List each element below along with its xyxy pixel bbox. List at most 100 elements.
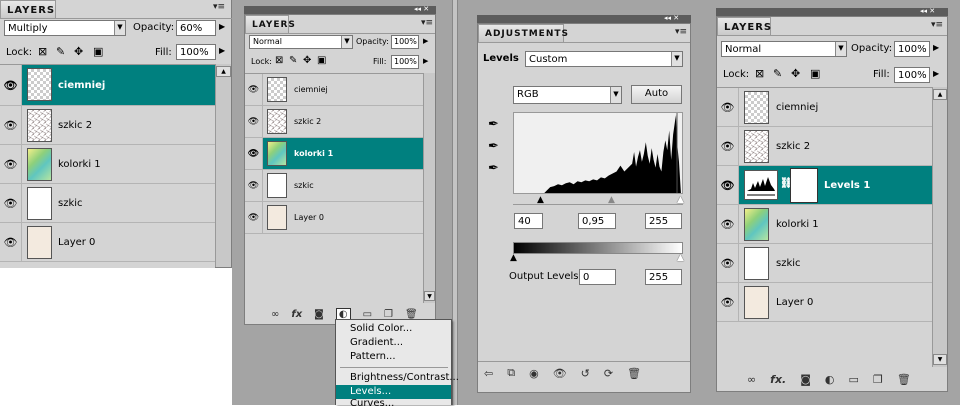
collapse-icon[interactable]: ◂◂ ✕: [664, 14, 679, 22]
panel-divider[interactable]: [452, 0, 458, 405]
lock-transparent-icon[interactable]: ⊠: [755, 67, 764, 80]
blend-mode-select[interactable]: Multiply ▼: [4, 20, 126, 36]
layer-row[interactable]: 👁 kolorki 1: [0, 145, 215, 184]
output-black-field[interactable]: 0: [579, 269, 616, 285]
lock-position-icon[interactable]: ✥: [791, 67, 800, 80]
blend-mode-select[interactable]: Normal ▼: [721, 41, 847, 57]
opacity-arrow-icon[interactable]: ▶: [933, 43, 939, 52]
fill-arrow-icon[interactable]: ▶: [423, 57, 428, 65]
link-icon[interactable]: ∞: [271, 309, 279, 320]
eye-icon[interactable]: 👁: [245, 106, 263, 137]
group-icon[interactable]: ▭: [849, 373, 859, 386]
mask-icon[interactable]: ◙: [314, 309, 324, 320]
eye-icon[interactable]: 👁: [717, 283, 739, 321]
input-white-field[interactable]: 255: [645, 213, 682, 229]
expanded-view-icon[interactable]: ⧉: [507, 366, 515, 380]
lock-all-icon[interactable]: ▣: [93, 45, 103, 58]
fx-icon[interactable]: fx: [291, 309, 302, 320]
eye-icon[interactable]: 👁: [717, 166, 739, 204]
fill-field[interactable]: 100%: [176, 44, 216, 60]
layers-scrollbar[interactable]: ▲ ▼: [932, 87, 947, 367]
collapse-icon[interactable]: ◂◂ ✕: [920, 7, 935, 15]
white-eyedropper-icon[interactable]: ✒: [488, 161, 499, 176]
fill-field[interactable]: 100%: [391, 55, 419, 69]
menu-item-gradient[interactable]: Gradient...: [336, 336, 451, 350]
eye-icon[interactable]: 👁: [245, 170, 263, 201]
opacity-arrow-icon[interactable]: ▶: [423, 37, 428, 45]
layer-row[interactable]: 👁 kolorki 1: [245, 138, 423, 170]
layer-row[interactable]: 👁 ciemniej: [245, 74, 423, 106]
layer-mask-thumbnail[interactable]: [790, 168, 818, 203]
channel-select[interactable]: RGB ▼: [513, 86, 622, 104]
layers-scrollbar[interactable]: ▲: [215, 64, 231, 267]
layer-row[interactable]: 👁 kolorki 1: [717, 205, 932, 244]
mask-icon[interactable]: ◙: [800, 373, 811, 386]
layer-row[interactable]: 👁 szkic 2: [245, 106, 423, 138]
panel-menu-icon[interactable]: ▾≡: [675, 27, 687, 37]
scroll-down-icon[interactable]: ▼: [424, 291, 435, 301]
layer-name[interactable]: Layer 0: [294, 213, 324, 222]
layer-row[interactable]: 👁 ⛓ Levels 1: [717, 166, 932, 205]
layer-name[interactable]: szkic 2: [776, 141, 810, 152]
layer-name[interactable]: szkic: [294, 181, 314, 190]
clip-to-layer-icon[interactable]: ◉: [529, 367, 539, 380]
lock-position-icon[interactable]: ✥: [74, 45, 83, 58]
panel-title[interactable]: LAYERS: [717, 17, 771, 35]
opacity-field[interactable]: 100%: [391, 35, 419, 49]
opacity-arrow-icon[interactable]: ▶: [219, 22, 225, 31]
menu-item-brightness-contrast[interactable]: Brightness/Contrast...: [336, 371, 459, 385]
eye-icon[interactable]: 👁: [717, 244, 739, 282]
fx-icon[interactable]: fx.: [770, 373, 786, 386]
trash-icon[interactable]: 🗑: [627, 367, 641, 380]
output-white-field[interactable]: 255: [645, 269, 682, 285]
layer-row[interactable]: 👁 szkic: [245, 170, 423, 202]
layer-name[interactable]: Levels 1: [824, 180, 870, 191]
new-layer-icon[interactable]: ❐: [873, 373, 883, 386]
layer-name[interactable]: ciemniej: [294, 85, 328, 94]
layer-name[interactable]: kolorki 1: [776, 219, 819, 230]
lock-all-icon[interactable]: ▣: [810, 67, 820, 80]
lock-transparent-icon[interactable]: ⊠: [38, 45, 47, 58]
layer-row[interactable]: 👁 szkic: [0, 184, 215, 223]
layer-row[interactable]: 👁 Layer 0: [245, 202, 423, 234]
output-black-slider-icon[interactable]: ▲: [510, 253, 517, 263]
eye-icon[interactable]: 👁: [717, 127, 739, 165]
layer-row[interactable]: 👁 Layer 0: [717, 283, 932, 322]
layer-row[interactable]: 👁 szkic: [717, 244, 932, 283]
lock-position-icon[interactable]: ✥: [303, 55, 311, 66]
black-eyedropper-icon[interactable]: ✒: [488, 117, 499, 132]
layer-name[interactable]: szkic 2: [58, 120, 92, 131]
lock-transparent-icon[interactable]: ⊠: [275, 55, 283, 66]
layer-name[interactable]: szkic: [58, 198, 83, 209]
layer-row[interactable]: 👁 szkic 2: [0, 106, 215, 145]
layer-name[interactable]: Layer 0: [776, 297, 813, 308]
menu-item-solid-color[interactable]: Solid Color...: [336, 322, 451, 336]
scroll-up-icon[interactable]: ▲: [933, 89, 947, 100]
trash-icon[interactable]: 🗑: [897, 373, 911, 386]
fill-arrow-icon[interactable]: ▶: [219, 46, 225, 55]
eye-icon[interactable]: 👁: [245, 74, 263, 105]
layer-name[interactable]: ciemniej: [776, 102, 818, 113]
collapse-icon[interactable]: ◂◂ ✕: [414, 5, 429, 13]
input-black-field[interactable]: 40: [514, 213, 543, 229]
panel-menu-icon[interactable]: ▾≡: [421, 18, 433, 28]
layer-name[interactable]: szkic 2: [294, 117, 321, 126]
opacity-field[interactable]: 60%: [176, 20, 216, 36]
link-icon[interactable]: ∞: [747, 373, 756, 386]
eye-icon[interactable]: 👁: [0, 184, 22, 222]
layer-name[interactable]: szkic: [776, 258, 801, 269]
eye-icon[interactable]: 👁: [0, 223, 22, 261]
layer-name[interactable]: kolorki 1: [294, 149, 333, 158]
gray-eyedropper-icon[interactable]: ✒: [488, 139, 499, 154]
layer-name[interactable]: Layer 0: [58, 237, 95, 248]
layer-row[interactable]: 👁 ciemniej: [717, 88, 932, 127]
output-white-slider-icon[interactable]: ▲: [677, 253, 684, 263]
preset-select[interactable]: Custom ▼: [525, 51, 683, 67]
layer-name[interactable]: ciemniej: [58, 80, 105, 91]
return-arrow-icon[interactable]: ⇦: [484, 367, 493, 380]
panel-menu-icon[interactable]: ▾≡: [931, 20, 943, 30]
panel-title[interactable]: ADJUSTMENTS: [478, 24, 568, 42]
lock-image-icon[interactable]: ✎: [773, 67, 782, 80]
eye-icon[interactable]: 👁: [717, 205, 739, 243]
lock-image-icon[interactable]: ✎: [56, 45, 65, 58]
